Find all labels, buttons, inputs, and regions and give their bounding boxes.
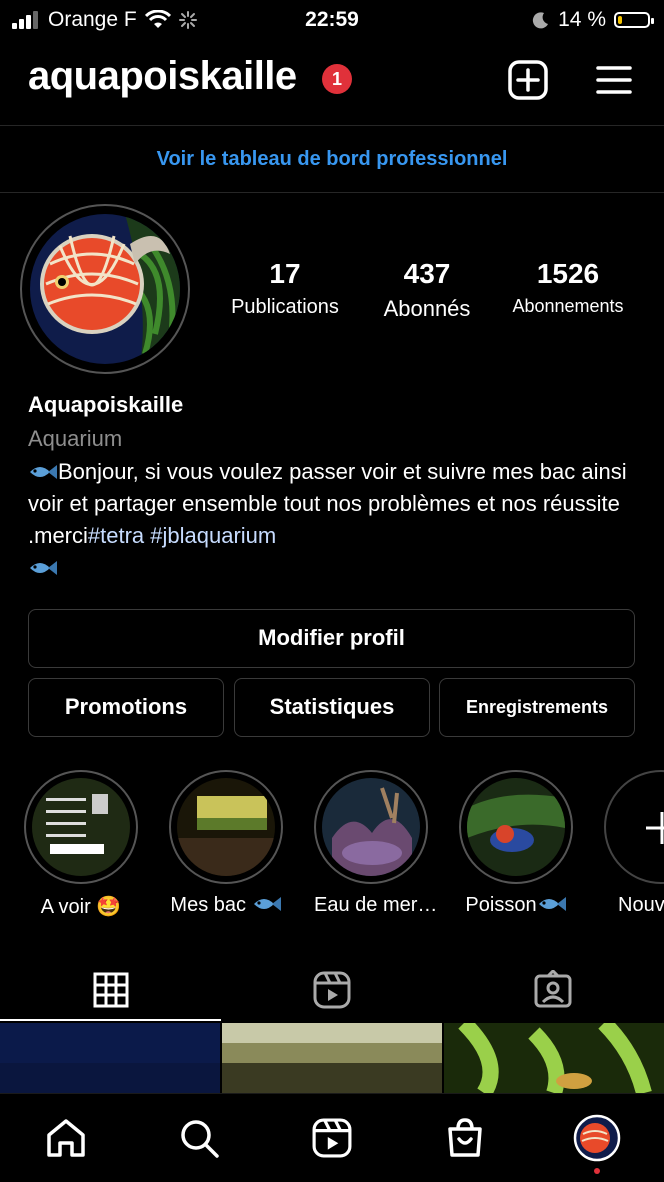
hashtag-link[interactable]: #tetra bbox=[88, 523, 144, 548]
stat-posts-value: 17 bbox=[269, 258, 301, 289]
profile-avatar-icon bbox=[573, 1114, 621, 1162]
highlight-new[interactable]: Nouv bbox=[604, 770, 664, 930]
profile-bio: Bonjour, si vous voulez passer voir et s… bbox=[28, 456, 638, 584]
bottom-navigation bbox=[0, 1093, 664, 1182]
highlight-ring bbox=[24, 770, 138, 884]
highlight-ring bbox=[169, 770, 283, 884]
shop-icon bbox=[448, 1118, 482, 1157]
highlight-mes-bac[interactable]: Mes bac bbox=[169, 770, 283, 917]
tab-reels[interactable] bbox=[221, 960, 442, 1020]
reels-icon bbox=[312, 1118, 352, 1158]
highlight-a-voir[interactable]: A voir 🤩 bbox=[24, 770, 138, 919]
highlight-ring bbox=[314, 770, 428, 884]
post-thumbnail[interactable] bbox=[222, 1023, 442, 1093]
menu-icon[interactable] bbox=[596, 64, 632, 96]
stat-followers-label: Abonnés bbox=[383, 296, 471, 321]
stat-following[interactable]: 1526 Abonnements bbox=[500, 258, 636, 317]
reels-icon bbox=[313, 971, 350, 1009]
edit-profile-button[interactable]: Modifier profil bbox=[28, 609, 635, 668]
fish-emoji-icon bbox=[30, 465, 57, 479]
professional-dashboard-link[interactable]: Voir le tableau de bord professionnel bbox=[0, 126, 664, 192]
fish-emoji-icon bbox=[253, 897, 281, 911]
highlight-eau-de-mer[interactable]: Eau de mer… bbox=[314, 770, 438, 917]
highlight-label: Eau de mer… bbox=[314, 894, 438, 916]
insights-button[interactable]: Statistiques bbox=[234, 678, 430, 737]
stat-posts-label: Publications bbox=[231, 296, 339, 318]
nav-reels[interactable] bbox=[308, 1114, 356, 1162]
new-post-icon[interactable] bbox=[508, 60, 548, 100]
fish-emoji-icon bbox=[538, 897, 566, 911]
highlight-poisson[interactable]: Poisson bbox=[459, 770, 573, 917]
highlight-cover bbox=[322, 778, 420, 876]
nav-home[interactable] bbox=[42, 1114, 90, 1162]
profile-category: Aquarium bbox=[28, 426, 123, 451]
stat-followers-value: 437 bbox=[403, 258, 451, 289]
stat-following-value: 1526 bbox=[536, 258, 600, 289]
highlight-new-ring bbox=[604, 770, 664, 884]
status-bar: Orange F 22:59 14 % bbox=[0, 0, 664, 40]
post-thumbnail[interactable] bbox=[444, 1023, 664, 1093]
tagged-icon bbox=[534, 970, 571, 1008]
highlight-label: Nouv bbox=[618, 894, 664, 916]
battery-percent: 14 % bbox=[558, 8, 606, 31]
fish-emoji-icon bbox=[30, 561, 57, 575]
profile-username[interactable]: aquapoiskaille bbox=[28, 54, 297, 99]
nav-search[interactable] bbox=[175, 1114, 223, 1162]
profile-avatar[interactable] bbox=[30, 214, 180, 364]
tab-tagged[interactable] bbox=[442, 960, 663, 1020]
home-icon bbox=[47, 1119, 85, 1157]
stat-following-label: Abonnements bbox=[512, 296, 624, 316]
promotions-button[interactable]: Promotions bbox=[28, 678, 224, 737]
stat-posts[interactable]: 17 Publications bbox=[218, 258, 352, 319]
post-thumbnail[interactable] bbox=[0, 1023, 220, 1093]
highlight-cover bbox=[32, 778, 130, 876]
highlight-label: A voir 🤩 bbox=[40, 896, 122, 918]
highlight-cover bbox=[177, 778, 275, 876]
nav-shop[interactable] bbox=[441, 1114, 489, 1162]
plus-icon bbox=[646, 812, 664, 844]
highlight-label: Poisson bbox=[459, 894, 573, 917]
tab-posts-grid[interactable] bbox=[0, 960, 221, 1020]
profile-activity-dot bbox=[594, 1168, 600, 1174]
highlight-cover bbox=[467, 778, 565, 876]
grid-icon bbox=[93, 972, 128, 1008]
search-icon bbox=[181, 1120, 219, 1158]
nav-profile[interactable] bbox=[573, 1114, 621, 1162]
battery-level bbox=[618, 16, 622, 24]
highlight-ring bbox=[459, 770, 573, 884]
notification-badge[interactable]: 1 bbox=[322, 64, 352, 94]
battery-icon bbox=[614, 12, 654, 28]
hashtag-link[interactable]: #jblaquarium bbox=[150, 523, 276, 548]
stat-followers[interactable]: 437 Abonnés bbox=[372, 258, 482, 322]
dashboard-divider bbox=[0, 192, 664, 193]
profile-name: Aquapoiskaille bbox=[28, 392, 184, 417]
moon-icon bbox=[532, 12, 549, 29]
highlight-label: Mes bac bbox=[169, 894, 283, 917]
saved-button[interactable]: Enregistrements bbox=[439, 678, 635, 737]
active-tab-indicator bbox=[0, 1019, 221, 1021]
